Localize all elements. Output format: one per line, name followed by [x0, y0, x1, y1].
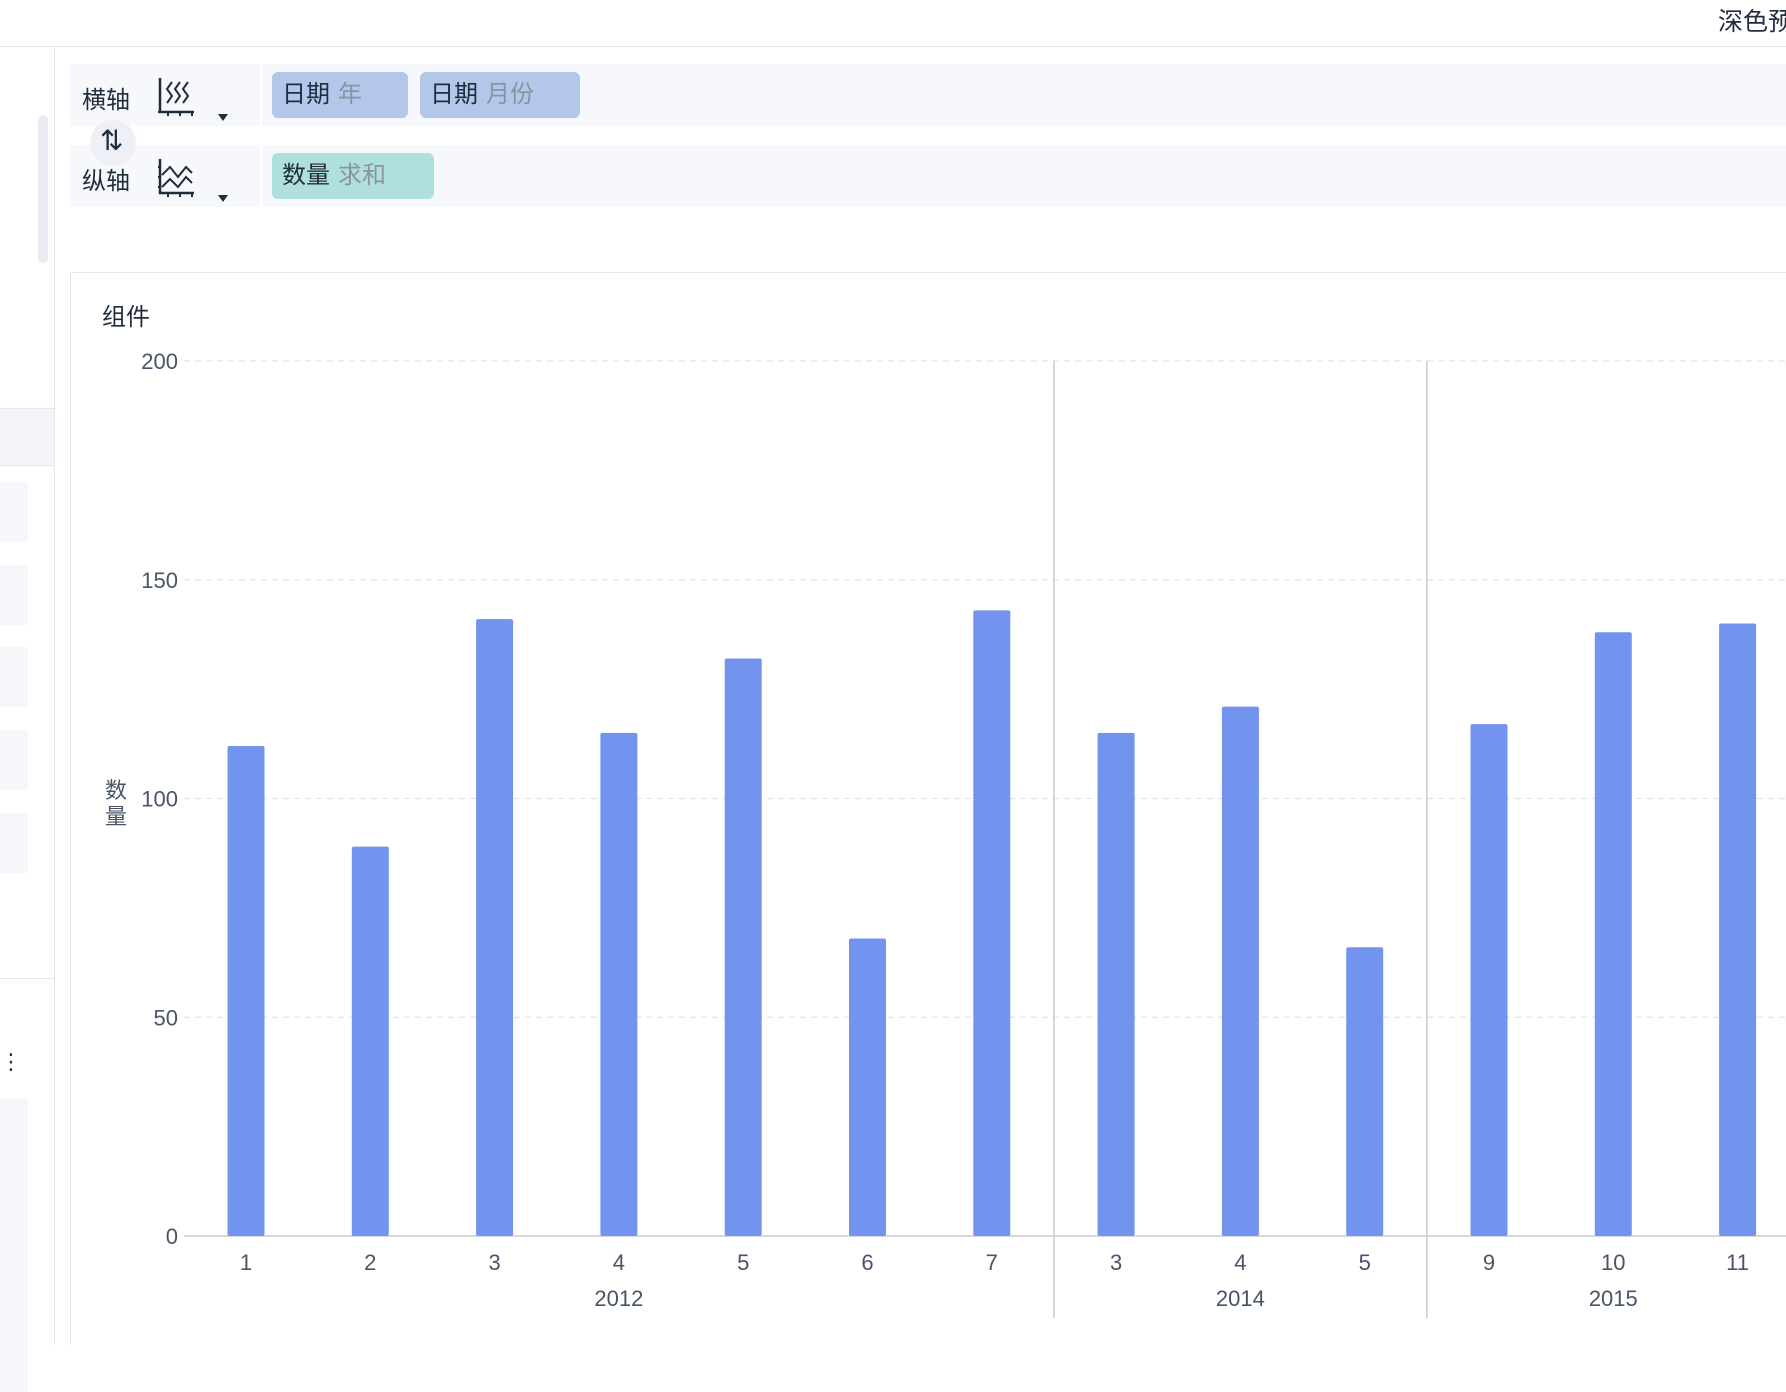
left-panel-item[interactable]	[0, 813, 28, 873]
x-tick-label: 3	[488, 1250, 500, 1275]
bar	[476, 619, 514, 1236]
left-panel-divider	[0, 978, 54, 979]
x-group-label: 2012	[594, 1286, 643, 1311]
x-field-pill-year[interactable]: 日期年	[272, 72, 408, 118]
left-panel-header-band	[0, 408, 54, 466]
y-axis-label: 纵轴	[82, 168, 130, 195]
x-group-label: 2015	[1589, 1286, 1638, 1311]
x-tick-label: 6	[861, 1250, 873, 1275]
top-bar: 深色预	[0, 0, 1786, 47]
y-tick-label: 0	[166, 1224, 178, 1249]
x-axis-label: 横轴	[82, 87, 130, 114]
bar	[1470, 724, 1508, 1236]
y-axis-separator	[260, 145, 262, 207]
bar-chart: 0 50 100 150 200 数量 1 2 3 4 5 6 7 2012 3 4 5 2014 9 10 11 201…	[105, 349, 1786, 1318]
bar	[724, 658, 762, 1236]
left-panel-item[interactable]	[0, 730, 28, 790]
theme-toggle-label[interactable]: 深色预	[1718, 2, 1786, 38]
y-axis-title: 数量	[105, 778, 127, 829]
swap-axes-button[interactable]: ⇅	[90, 120, 136, 166]
left-panel-item[interactable]	[0, 647, 28, 707]
bar	[1719, 623, 1757, 1236]
x-axis-dropdown-caret-icon[interactable]	[218, 114, 228, 121]
bar	[1221, 706, 1259, 1236]
y-field-name: 数量	[282, 162, 330, 189]
left-panel-scrollbar[interactable]	[38, 115, 48, 263]
x-field-name: 日期	[282, 81, 330, 108]
y-field-agg: 求和	[338, 162, 386, 189]
x-field-agg: 月份	[486, 81, 534, 108]
bar	[1346, 947, 1384, 1236]
x-axis-chart-icon[interactable]	[154, 74, 198, 118]
x-field-pill-month[interactable]: 日期 月份	[420, 72, 580, 118]
left-panel-item[interactable]	[0, 565, 28, 625]
x-tick-label: 1	[240, 1250, 252, 1275]
y-axis-chart-icon[interactable]	[154, 155, 198, 199]
x-axis-separator	[260, 64, 262, 126]
x-tick-label: 7	[986, 1250, 998, 1275]
bar	[227, 746, 265, 1236]
x-tick-label: 4	[1234, 1250, 1246, 1275]
bar	[351, 846, 389, 1236]
x-tick-label: 2	[364, 1250, 376, 1275]
y-tick-label: 50	[154, 1005, 178, 1030]
y-axis-dropdown-caret-icon[interactable]	[218, 195, 228, 202]
swap-vertical-icon: ⇅	[100, 125, 124, 156]
x-group-label: 2014	[1216, 1286, 1265, 1311]
x-field-agg: 年	[338, 81, 362, 108]
x-tick-label: 3	[1110, 1250, 1122, 1275]
x-tick-label: 10	[1601, 1250, 1625, 1275]
bar	[1097, 732, 1135, 1236]
left-panel: ⋮	[0, 47, 55, 1392]
x-tick-label: 5	[1359, 1250, 1371, 1275]
bar	[849, 938, 886, 1236]
y-tick-label: 200	[141, 349, 178, 374]
y-field-pill-quantity[interactable]: 数量 求和	[272, 153, 434, 199]
bar	[1594, 632, 1632, 1236]
y-tick-label: 100	[141, 787, 178, 812]
chart-card: 组件 0 50 100 150 200 数量 1 2 3 4 5 6 7 2012 3 4 5 2014 9 10 11…	[70, 272, 1786, 1345]
x-tick-label: 5	[737, 1250, 749, 1275]
left-panel-item[interactable]	[0, 482, 28, 542]
bar	[600, 732, 638, 1236]
bar	[973, 610, 1011, 1236]
x-field-name: 日期	[430, 81, 478, 108]
left-panel-list	[0, 1099, 28, 1392]
x-tick-label: 4	[613, 1250, 625, 1275]
y-tick-label: 150	[141, 568, 178, 593]
x-tick-label: 11	[1726, 1250, 1749, 1275]
x-axis-row: 横轴 日期年 日期 月份	[70, 64, 1786, 126]
more-vertical-icon[interactable]: ⋮	[0, 1051, 22, 1073]
x-tick-label: 9	[1483, 1250, 1495, 1275]
y-axis-row: 纵轴 数量 求和	[70, 145, 1786, 207]
